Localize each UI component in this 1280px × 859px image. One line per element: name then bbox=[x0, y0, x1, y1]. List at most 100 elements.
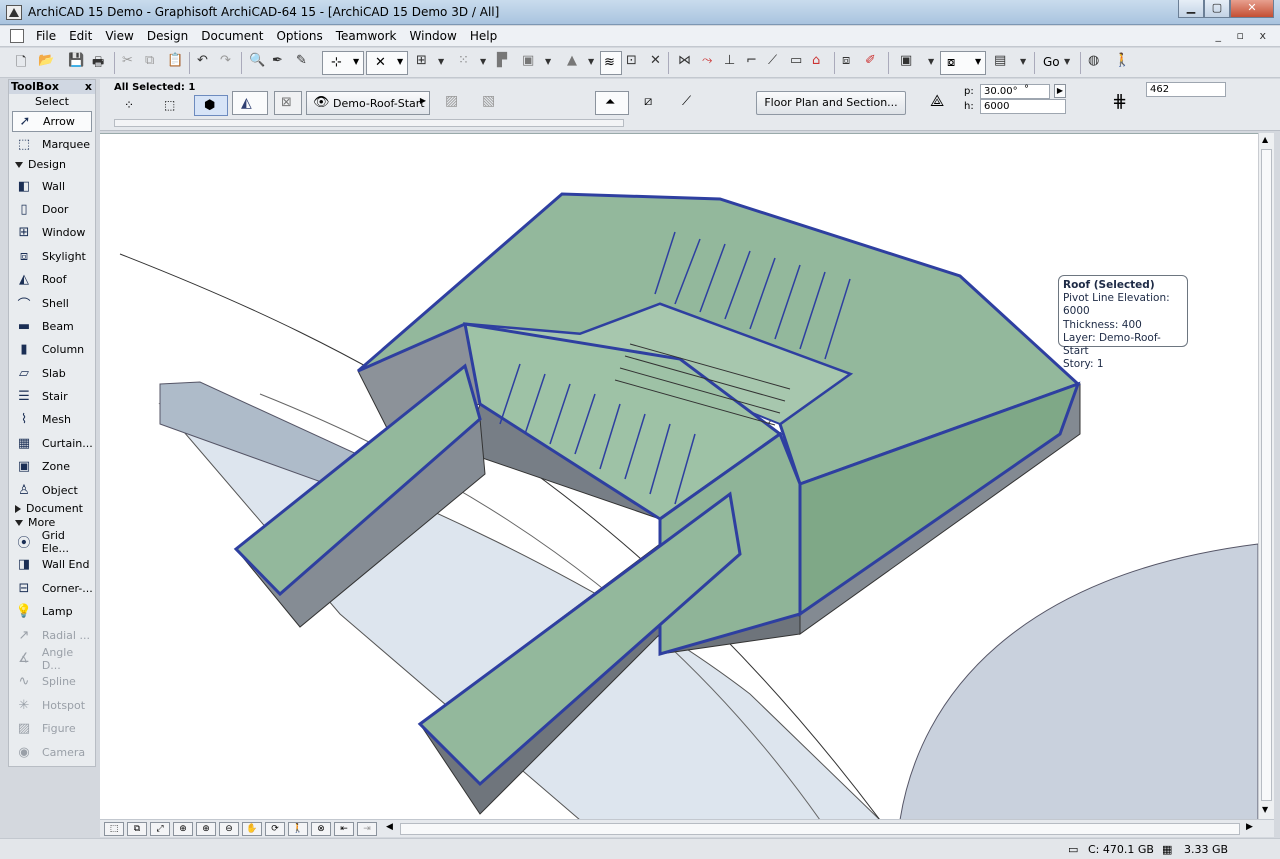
mdi-controls[interactable]: _ ▫ x bbox=[1216, 29, 1272, 42]
menu-teamwork[interactable]: Teamwork bbox=[336, 29, 397, 43]
paste-icon[interactable]: 📋 bbox=[167, 53, 183, 68]
intersect-icon[interactable]: ⊥ bbox=[724, 53, 735, 68]
menu-file[interactable]: File bbox=[36, 29, 56, 43]
zoom-out-button[interactable]: ⊖ bbox=[219, 822, 239, 836]
menu-help[interactable]: Help bbox=[470, 29, 497, 43]
grid-snap-icon[interactable]: ⁙ bbox=[458, 53, 469, 68]
tool-lamp[interactable]: 💡 Lamp bbox=[9, 600, 95, 623]
cancel-icon[interactable]: ✕ bbox=[650, 53, 661, 68]
cut-icon[interactable]: ✂ bbox=[122, 53, 133, 68]
explore-button[interactable]: ⤢ bbox=[150, 822, 170, 836]
resize-icon[interactable]: ▭ bbox=[790, 53, 802, 68]
go-button[interactable]: Go bbox=[1043, 55, 1060, 69]
scroll-up-icon[interactable]: ▲ bbox=[1262, 135, 1268, 144]
redo-view-button[interactable]: ⇥ bbox=[357, 822, 377, 836]
tool-slab[interactable]: ▱ Slab bbox=[9, 362, 95, 385]
orbit-button[interactable]: ⟳ bbox=[265, 822, 285, 836]
tool-beam[interactable]: ▬ Beam bbox=[9, 315, 95, 338]
layer-selector[interactable]: 👁 Demo-Roof-Start ▶ bbox=[306, 91, 430, 115]
marquee-method-icon[interactable]: ⬚ bbox=[164, 98, 175, 112]
pitch-arrow-button[interactable]: ▶ bbox=[1054, 84, 1066, 98]
chevron-down-icon[interactable]: ▼ bbox=[1064, 57, 1070, 66]
pick-up-icon[interactable]: ✒ bbox=[272, 53, 283, 68]
floor-plan-section-button[interactable]: Floor Plan and Section... bbox=[756, 91, 906, 115]
menu-edit[interactable]: Edit bbox=[69, 29, 92, 43]
menu-view[interactable]: View bbox=[105, 29, 133, 43]
tool-column[interactable]: ▮ Column bbox=[9, 338, 95, 361]
toolbox-header[interactable]: ToolBox x bbox=[9, 80, 95, 94]
menu-window[interactable]: Window bbox=[410, 29, 457, 43]
floor-plan-display-button[interactable]: ⊠ bbox=[274, 91, 302, 115]
zoom-window-button[interactable]: ⊕ bbox=[173, 822, 193, 836]
design-group-toggle[interactable]: Design bbox=[9, 156, 95, 174]
tool-curtain-wall[interactable]: ▦ Curtain... bbox=[9, 432, 95, 455]
layer-toggle-button[interactable]: ≋ bbox=[600, 51, 622, 75]
dimension-icon[interactable]: ⊡ bbox=[626, 53, 637, 68]
vertical-scrollbar[interactable]: ▲ ▼ bbox=[1258, 133, 1274, 819]
tool-mesh[interactable]: ⌇ Mesh bbox=[9, 408, 95, 431]
floor-plan-view-icon[interactable]: ▣ bbox=[900, 53, 912, 68]
scroll-right-icon[interactable]: ▶ bbox=[1246, 822, 1253, 832]
tool-hotspot[interactable]: ✳ Hotspot bbox=[9, 694, 95, 717]
open-icon[interactable]: 📂 bbox=[38, 53, 54, 68]
pitch-field[interactable]: 30.00° bbox=[980, 84, 1050, 99]
close-button[interactable]: ✕ bbox=[1230, 0, 1274, 18]
tool-stair[interactable]: ☰ Stair bbox=[9, 385, 95, 408]
walk-button[interactable]: 🚶 bbox=[288, 822, 308, 836]
tool-skylight[interactable]: ⧈ Skylight bbox=[9, 245, 95, 268]
tool-camera[interactable]: ◉ Camera bbox=[9, 740, 95, 763]
tool-spline[interactable]: ∿ Spline bbox=[9, 670, 95, 693]
chevron-down-icon[interactable]: ▼ bbox=[480, 57, 486, 66]
print-icon[interactable]: 🖶 bbox=[92, 53, 104, 75]
fillet-icon[interactable]: ⌐ bbox=[746, 53, 757, 68]
material-top-icon[interactable]: ▨ bbox=[445, 93, 458, 109]
archicad-app-icon[interactable] bbox=[6, 5, 22, 20]
pivot-line-icon[interactable]: ⧄ bbox=[644, 94, 652, 109]
pan-button[interactable]: ✋ bbox=[242, 822, 262, 836]
tool-wall[interactable]: ◧ Wall bbox=[9, 174, 95, 197]
selection-method-icon[interactable]: ⁘ bbox=[124, 98, 134, 112]
infobox-scrollbar[interactable] bbox=[114, 119, 624, 127]
tool-radial-dimension[interactable]: ↗ Radial ... bbox=[9, 623, 95, 646]
zoom-to-selection-button[interactable]: ⊗ bbox=[311, 822, 331, 836]
orbit-icon[interactable]: ◍ bbox=[1088, 53, 1099, 68]
align-icon[interactable]: ▛ bbox=[497, 53, 507, 68]
vertical-scroll-thumb[interactable] bbox=[1261, 149, 1272, 801]
zoom-previous-button[interactable]: ⧉ bbox=[127, 822, 147, 836]
split-icon[interactable]: ⋈ bbox=[678, 53, 691, 68]
menu-options[interactable]: Options bbox=[276, 29, 322, 43]
tool-shell[interactable]: ⌒ Shell bbox=[9, 291, 95, 314]
document-menu-icon[interactable] bbox=[10, 29, 24, 43]
elevation-icon[interactable]: ▲ bbox=[567, 53, 577, 68]
toolbox-close-icon[interactable]: x bbox=[85, 80, 92, 93]
offset-icon[interactable]: ⟋ bbox=[768, 53, 777, 68]
chevron-down-icon[interactable]: ▼ bbox=[588, 57, 594, 66]
layout-book-icon[interactable]: ▤ bbox=[994, 53, 1006, 68]
tool-window[interactable]: ⊞ Window bbox=[9, 221, 95, 244]
tool-grid-element[interactable]: ⦿ Grid Ele... bbox=[9, 529, 95, 555]
menu-document[interactable]: Document bbox=[201, 29, 263, 43]
new-icon[interactable]: 🗋 bbox=[16, 53, 26, 75]
find-select-icon[interactable]: 🔍 bbox=[249, 53, 265, 68]
3d-model-render[interactable] bbox=[100, 134, 1258, 819]
tool-marquee[interactable]: ⬚ Marquee bbox=[9, 133, 95, 156]
chevron-down-icon[interactable]: ▼ bbox=[545, 57, 551, 66]
maximize-button[interactable]: ▢ bbox=[1204, 0, 1230, 18]
scroll-down-icon[interactable]: ▼ bbox=[1262, 805, 1268, 814]
height-field[interactable]: 6000 bbox=[980, 99, 1066, 114]
trace-icon[interactable]: ⊞ bbox=[416, 53, 427, 68]
chevron-down-icon[interactable]: ▼ bbox=[438, 57, 444, 66]
inject-icon[interactable]: ✎ bbox=[296, 53, 307, 68]
material-side-icon[interactable]: ▧ bbox=[482, 93, 495, 109]
chevron-down-icon[interactable]: ▼ bbox=[928, 57, 934, 66]
tool-corner-window[interactable]: ⊟ Corner-... bbox=[9, 577, 95, 600]
snap-guides-button[interactable]: ✕ ▼ bbox=[366, 51, 408, 75]
3d-viewport[interactable] bbox=[100, 133, 1258, 819]
tool-roof[interactable]: ◭ Roof bbox=[9, 268, 95, 291]
menu-design[interactable]: Design bbox=[147, 29, 188, 43]
trim-body-icon[interactable]: ⟋ bbox=[682, 94, 691, 109]
tool-figure[interactable]: ▨ Figure bbox=[9, 717, 95, 740]
tool-zone[interactable]: ▣ Zone bbox=[9, 455, 95, 478]
adjust-icon[interactable]: ⤳ bbox=[702, 53, 712, 68]
save-icon[interactable]: 💾 bbox=[68, 53, 84, 68]
